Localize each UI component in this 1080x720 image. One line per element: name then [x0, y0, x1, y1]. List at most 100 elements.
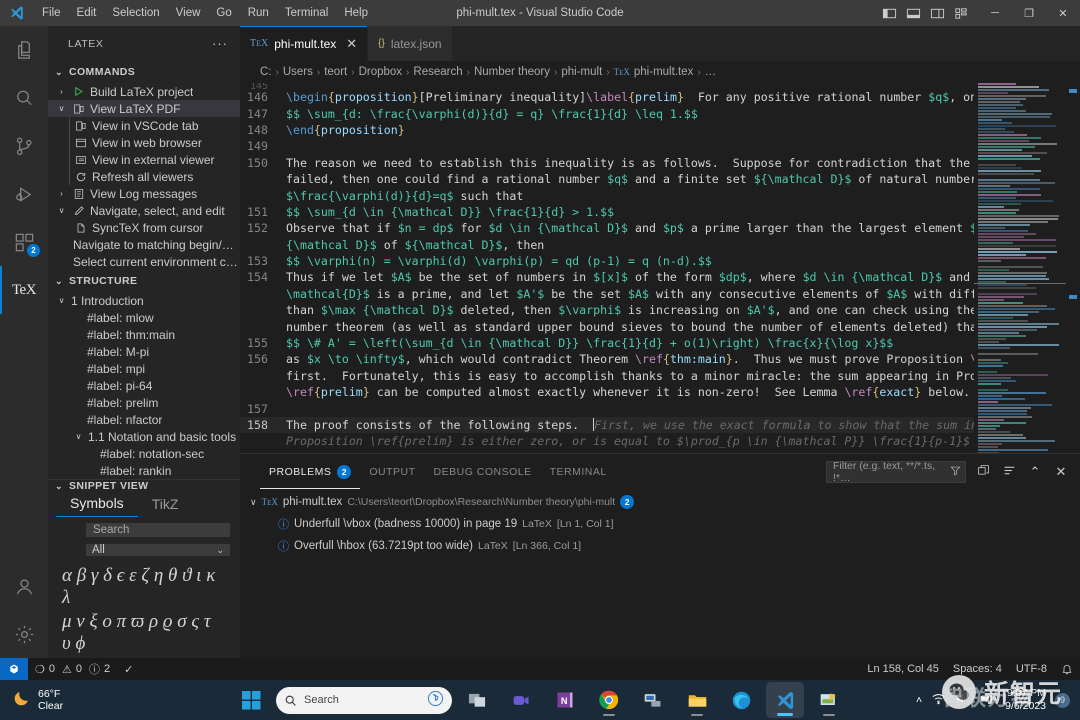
- activity-run-debug[interactable]: [0, 170, 48, 218]
- breadcrumb-item[interactable]: Number theory: [474, 66, 550, 78]
- code-line[interactable]: 155 $$ \# A' = \left(\sum_{d \in {\mathca…: [240, 335, 974, 351]
- remote-indicator[interactable]: [0, 658, 28, 680]
- section-structure[interactable]: ⌄ STRUCTURE: [48, 270, 240, 292]
- panel-tab-terminal[interactable]: TERMINAL: [541, 454, 616, 489]
- code-line[interactable]: 147 $$ \sum_{d: \frac{\varphi(d)}{d} = q}…: [240, 105, 974, 121]
- split-panel-icon[interactable]: [974, 464, 992, 480]
- problems-file-group[interactable]: ∨ TEX phi-mult.tex C:\Users\teort\Dropbo…: [250, 491, 1080, 513]
- code-line[interactable]: $\frac{\varphi(d)}{d}=q$ such that: [240, 187, 974, 203]
- tab-latex-json[interactable]: {} latex.json: [368, 26, 453, 61]
- breadcrumb-item[interactable]: teort: [324, 66, 347, 78]
- menu-selection[interactable]: Selection: [104, 4, 167, 22]
- snippet-tab-symbols[interactable]: Symbols: [56, 492, 138, 517]
- tree-item-view-latex-pdf[interactable]: ∨ View LaTeX PDF: [48, 100, 240, 117]
- snippet-tab-tikz[interactable]: TikZ: [138, 493, 193, 517]
- code-line[interactable]: 151 $$ \sum_{d \in {\mathcal D}} \frac{1}…: [240, 204, 974, 220]
- breadcrumb-item[interactable]: phi-mult.tex: [634, 66, 693, 78]
- code-line[interactable]: 157: [240, 400, 974, 416]
- breadcrumb-item[interactable]: …: [705, 66, 717, 78]
- code-line[interactable]: number theorem (as well as standard uppe…: [240, 318, 974, 334]
- structure-item-label-m-pi[interactable]: #label: M-pi: [48, 343, 240, 360]
- code-line[interactable]: 158 The proof consists of the following s…: [240, 416, 974, 434]
- customize-layout-icon[interactable]: [950, 2, 972, 24]
- menu-help[interactable]: Help: [336, 4, 376, 22]
- taskbar-file-explorer[interactable]: [678, 682, 716, 718]
- structure-item-label-pi-64[interactable]: #label: pi-64: [48, 377, 240, 394]
- code-line[interactable]: than $\max {\mathcal D}$ deleted, then $…: [240, 302, 974, 318]
- code-line[interactable]: 149: [240, 138, 974, 154]
- activity-search[interactable]: [0, 74, 48, 122]
- panel-tab-debug-console[interactable]: DEBUG CONSOLE: [425, 454, 541, 489]
- sidebar-more-actions[interactable]: ···: [206, 36, 234, 51]
- panel-tab-output[interactable]: OUTPUT: [360, 454, 424, 489]
- close-icon[interactable]: ✕: [346, 37, 357, 50]
- snippet-search-input[interactable]: Search: [86, 523, 230, 537]
- code-line[interactable]: \mathcal{D}$ is a prime, and let $A'$ be…: [240, 286, 974, 302]
- problem-item[interactable]: ⓘ Overfull \hbox (63.7219pt too wide) La…: [250, 535, 1080, 557]
- code-line[interactable]: first. Fortunately, this is easy to acco…: [240, 368, 974, 384]
- list-icon[interactable]: [1000, 464, 1018, 480]
- tab-phi-mult-tex[interactable]: TEX phi-mult.tex ✕: [240, 26, 369, 61]
- code-line[interactable]: {\mathcal D}$ of ${\mathcal D}$, then: [240, 237, 974, 253]
- activity-source-control[interactable]: [0, 122, 48, 170]
- code-line[interactable]: failed, then one could find a rational n…: [240, 171, 974, 187]
- toggle-primary-sidebar-icon[interactable]: [878, 2, 900, 24]
- menu-go[interactable]: Go: [208, 4, 239, 22]
- code-editor[interactable]: 145 146 \begin{proposition}[Preliminary in…: [240, 83, 1080, 453]
- close-button[interactable]: ✕: [1046, 0, 1080, 26]
- code-line[interactable]: 156 as $x \to \infty$, which would contra…: [240, 351, 974, 367]
- menu-terminal[interactable]: Terminal: [277, 4, 336, 22]
- maximize-button[interactable]: ❐: [1012, 0, 1046, 26]
- structure-item-notation-and-basic-tools[interactable]: ∨ 1.1 Notation and basic tools: [48, 428, 240, 445]
- activity-settings[interactable]: [0, 610, 48, 658]
- structure-item-label-notation-sec[interactable]: #label: notation-sec: [48, 445, 240, 462]
- taskbar-search[interactable]: Search: [276, 686, 452, 714]
- taskbar-teams[interactable]: [502, 682, 540, 718]
- minimap-slider[interactable]: [974, 283, 1066, 284]
- status-encoding[interactable]: UTF-8: [1009, 658, 1054, 680]
- minimize-button[interactable]: ─: [978, 0, 1012, 26]
- code-line[interactable]: \ref{prelim} can be computed almost exac…: [240, 384, 974, 400]
- tree-item-refresh-all-viewers[interactable]: Refresh all viewers: [48, 168, 240, 185]
- toggle-panel-icon[interactable]: [902, 2, 924, 24]
- status-problems[interactable]: ❍ 0 ⚠ 0 ⓘ 2: [28, 658, 117, 680]
- breadcrumb-item[interactable]: C:: [260, 66, 272, 78]
- structure-item-label-nfactor[interactable]: #label: nfactor: [48, 411, 240, 428]
- toggle-secondary-sidebar-icon[interactable]: [926, 2, 948, 24]
- status-cursor-position[interactable]: Ln 158, Col 45: [860, 658, 946, 680]
- menu-run[interactable]: Run: [240, 4, 277, 22]
- activity-extensions[interactable]: 2: [0, 218, 48, 266]
- tree-item-view-log-messages[interactable]: › View Log messages: [48, 185, 240, 202]
- start-button[interactable]: [232, 682, 270, 718]
- menu-view[interactable]: View: [168, 4, 209, 22]
- menu-bar[interactable]: File Edit Selection View Go Run Terminal…: [34, 4, 376, 22]
- activity-explorer[interactable]: [0, 26, 48, 74]
- taskbar-paint[interactable]: [810, 682, 848, 718]
- status-check[interactable]: ✓: [117, 658, 140, 680]
- menu-file[interactable]: File: [34, 4, 69, 22]
- glyph-row[interactable]: μ ν ξ ο π ϖ ρ ϱ σ ς τ υ ϕ: [62, 610, 230, 656]
- tree-item-navigate-select-edit[interactable]: ∨ Navigate, select, and edit: [48, 202, 240, 219]
- breadcrumb-item[interactable]: Research: [413, 66, 462, 78]
- status-indentation[interactable]: Spaces: 4: [946, 658, 1009, 680]
- tree-item-view-in-vscode-tab[interactable]: View in VSCode tab: [48, 117, 240, 134]
- problem-item[interactable]: ⓘ Underfull \vbox (badness 10000) in pag…: [250, 513, 1080, 535]
- code-line[interactable]: 154 Thus if we let $A$ be the set of numb…: [240, 269, 974, 285]
- menu-edit[interactable]: Edit: [69, 4, 105, 22]
- section-commands[interactable]: ⌄ COMMANDS: [48, 61, 240, 83]
- structure-item-label-prelim[interactable]: #label: prelim: [48, 394, 240, 411]
- minimap[interactable]: [974, 83, 1066, 453]
- structure-item-label-mpi[interactable]: #label: mpi: [48, 360, 240, 377]
- editor-scrollbar[interactable]: [1066, 83, 1080, 453]
- code-text[interactable]: 145 146 \begin{proposition}[Preliminary in…: [240, 83, 974, 453]
- bing-chat-icon[interactable]: [427, 690, 444, 710]
- structure-item-introduction[interactable]: ∨ 1 Introduction: [48, 292, 240, 309]
- panel-tab-problems[interactable]: PROBLEMS 2: [260, 454, 360, 489]
- code-line[interactable]: 148 \end{proposition}: [240, 122, 974, 138]
- code-line[interactable]: 150 The reason we need to establish this …: [240, 155, 974, 171]
- tree-item-view-in-external-viewer[interactable]: View in external viewer: [48, 151, 240, 168]
- structure-item-label-rankin[interactable]: #label: rankin: [48, 462, 240, 479]
- filter-icon[interactable]: [950, 465, 961, 479]
- chevron-up-icon[interactable]: ⌃: [1026, 464, 1044, 480]
- tree-item-navigate-matching-begin-end[interactable]: Navigate to matching begin/end: [48, 236, 240, 253]
